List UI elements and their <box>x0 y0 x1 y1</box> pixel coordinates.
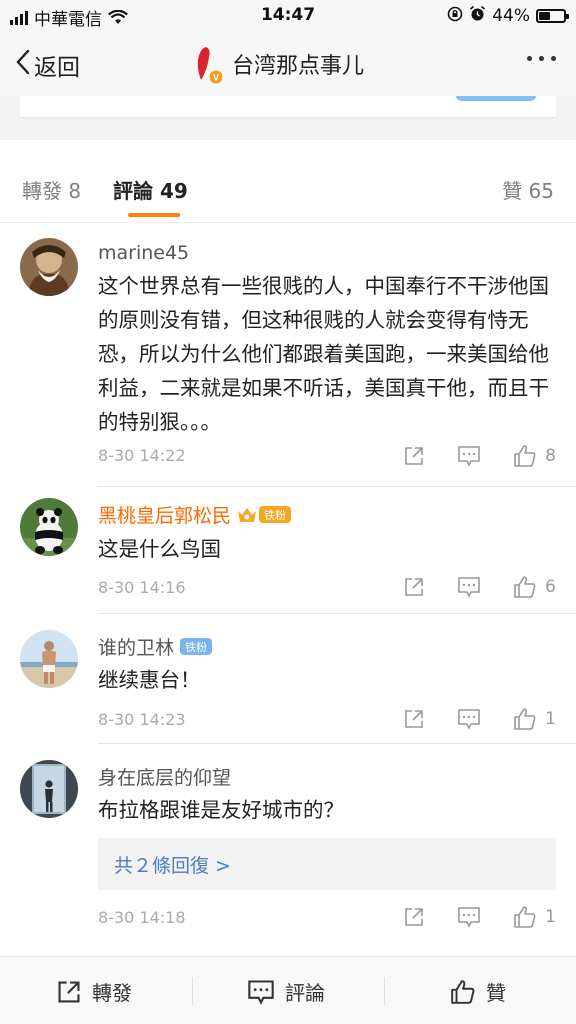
back-label: 返回 <box>34 55 80 81</box>
comment-username[interactable]: marine45 <box>98 242 189 264</box>
nav-bar: 返回 V 台湾那点事儿 <box>0 32 576 96</box>
comment-text: 这个世界总有一些很贱的人，中国奉行不干涉他国的原则没有错，但这种很贱的人就会变得… <box>98 274 549 434</box>
chevron-left-icon <box>16 49 30 81</box>
back-button[interactable]: 返回 <box>16 48 80 82</box>
tab-likes[interactable]: 贊 65 <box>502 175 554 204</box>
comment-username[interactable]: 谁的卫林 铁粉 <box>98 633 213 660</box>
share-icon <box>405 710 423 728</box>
orientation-lock-icon <box>447 6 463 27</box>
comment-tabs: 轉發 8 評論 49 贊 65 <box>0 155 576 223</box>
bottom-action-bar: 轉發 評論 贊 <box>0 956 576 1024</box>
thumbs-up-icon <box>514 906 536 928</box>
alarm-icon <box>469 5 486 27</box>
view-replies-button[interactable]: 共２條回復 > <box>98 838 556 890</box>
comment-icon <box>458 709 480 730</box>
tab-comments[interactable]: 評論 49 <box>113 175 188 204</box>
reply-comment-button[interactable] <box>457 576 481 598</box>
repost-comment-button[interactable] <box>403 445 425 467</box>
like-count: 1 <box>545 907 556 927</box>
comment-item: 谁的卫林 铁粉 继续惠台！ 8-30 14:23 1 <box>0 614 576 744</box>
divider <box>384 977 385 1005</box>
reply-comment-button[interactable] <box>457 445 481 467</box>
like-comment-button[interactable]: 8 <box>513 444 556 468</box>
comment-actions: 1 <box>403 707 556 731</box>
comment-actions: 8 <box>403 444 556 468</box>
share-icon <box>405 578 423 596</box>
fan-badge-label: 铁粉 <box>259 506 292 523</box>
comment-item: marine45 这个世界总有一些很贱的人，中国奉行不干涉他国的原则没有错，但这… <box>0 224 576 488</box>
avatar[interactable] <box>20 238 78 296</box>
repost-button[interactable]: 轉發 <box>56 977 132 1006</box>
username-text: 黑桃皇后郭松民 <box>98 505 232 527</box>
comment-actions: 1 <box>403 905 556 929</box>
repost-comment-button[interactable] <box>403 906 425 928</box>
like-count: 8 <box>545 446 556 466</box>
repost-comment-button[interactable] <box>403 708 425 730</box>
comment-icon <box>248 979 274 1005</box>
fan-badge: 铁粉 <box>180 638 213 655</box>
like-label: 贊 <box>486 981 506 1005</box>
like-count: 6 <box>545 577 556 597</box>
comment-text: 这是什么鸟国 <box>98 537 221 561</box>
like-count: 1 <box>545 709 556 729</box>
battery-percent: 44% <box>492 6 530 26</box>
comment-actions: 6 <box>403 575 556 599</box>
comment-time: 8-30 14:22 <box>98 446 186 465</box>
thumbs-up-icon <box>514 576 536 598</box>
share-icon <box>58 980 80 1003</box>
divider <box>192 977 193 1005</box>
battery-icon <box>536 9 569 23</box>
status-bar: 中華電信 14:47 44% <box>0 0 576 32</box>
comment-button[interactable]: 評論 <box>247 977 325 1006</box>
thumbs-up-icon <box>514 445 536 467</box>
like-comment-button[interactable]: 1 <box>513 707 556 731</box>
svg-text:V: V <box>213 73 219 83</box>
active-tab-indicator <box>128 213 180 217</box>
post-button-edge <box>456 96 536 101</box>
post-bottom-area <box>0 96 576 140</box>
fan-badge: 铁粉 <box>237 506 292 524</box>
share-icon <box>405 908 423 926</box>
comment-icon <box>458 577 480 598</box>
like-comment-button[interactable]: 1 <box>513 905 556 929</box>
like-comment-button[interactable]: 6 <box>513 575 556 599</box>
status-right: 44% <box>447 5 569 27</box>
avatar[interactable] <box>20 498 78 556</box>
taiwan-logo-icon: V <box>184 44 224 84</box>
comment-time: 8-30 14:16 <box>98 578 186 597</box>
avatar[interactable] <box>20 760 78 818</box>
comment-time: 8-30 14:18 <box>98 908 186 927</box>
comment-username[interactable]: 身在底层的仰望 <box>98 763 231 790</box>
reply-comment-button[interactable] <box>457 906 481 928</box>
tab-repost[interactable]: 轉發 8 <box>22 175 81 204</box>
divider <box>98 486 576 487</box>
comment-time: 8-30 14:23 <box>98 710 186 729</box>
repost-label: 轉發 <box>92 981 132 1005</box>
reply-comment-button[interactable] <box>457 708 481 730</box>
comment-username[interactable]: 黑桃皇后郭松民 铁粉 <box>98 501 292 528</box>
comment-item: 黑桃皇后郭松民 铁粉 这是什么鸟国 8-30 14:16 6 <box>0 488 576 614</box>
crown-icon <box>238 507 257 522</box>
avatar[interactable] <box>20 630 78 688</box>
like-button[interactable]: 贊 <box>450 977 506 1006</box>
repost-comment-button[interactable] <box>403 576 425 598</box>
comment-item: 身在底层的仰望 布拉格跟谁是友好城市的？ 共２條回復 > 8-30 14:18 … <box>0 744 576 944</box>
share-icon <box>405 447 423 465</box>
comment-label: 評論 <box>285 981 325 1005</box>
more-options-button[interactable] <box>527 56 556 61</box>
username-text: 身在底层的仰望 <box>98 767 232 789</box>
comment-text: 布拉格跟谁是友好城市的？ <box>98 798 344 822</box>
thumbs-up-icon <box>451 979 475 1004</box>
nav-title[interactable]: V 台湾那点事儿 <box>184 44 364 84</box>
comment-text: 继续惠台！ <box>98 668 201 692</box>
comment-icon <box>458 907 480 928</box>
username-text: 谁的卫林 <box>98 637 175 659</box>
username-text: marine45 <box>98 242 190 264</box>
page-title: 台湾那点事儿 <box>232 54 365 79</box>
thumbs-up-icon <box>514 708 536 730</box>
comment-icon <box>458 446 480 467</box>
